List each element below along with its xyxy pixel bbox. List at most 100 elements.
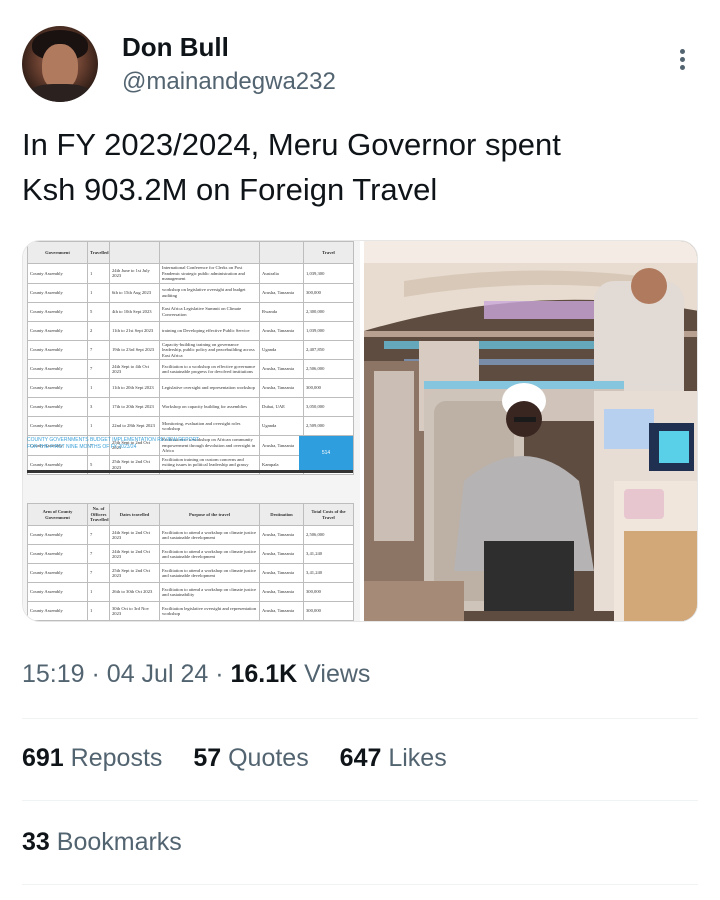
table-cell: workshop on legislative oversight and bu… [159, 282, 260, 303]
budget-report-image[interactable]: Government Travelled Travel County Assembly… [23, 241, 360, 621]
table-row: County Assembly 1 24th June to 1st July 20… [27, 263, 354, 284]
author-handle[interactable]: @mainandegwa232 [122, 68, 336, 96]
table-row: County Assembly 3 17th to 20th Sept 2023 Wo… [27, 397, 354, 417]
table-cell: 24th June to 1st July 2023 [109, 263, 160, 284]
table-cell: East Africa Legislative Summit on Climat… [159, 301, 260, 322]
header-cell: Travelled [87, 241, 110, 264]
likes-label: Likes [388, 744, 447, 772]
date: 04 Jul 24 [106, 660, 209, 688]
table-cell: 2,407,850 [303, 339, 354, 360]
table-cell: County Assembly [27, 359, 88, 379]
table-row: County Assembly 1 26th to 30th Oct 2023 Fac… [27, 582, 354, 602]
table-cell: Facilitation to attend a workshop on cli… [159, 582, 260, 602]
table-cell: County Assembly [27, 339, 88, 360]
table-cell: Facilitation legislative oversight and r… [159, 601, 260, 621]
bookmarks-stat[interactable]: 33 Bookmarks [22, 828, 182, 857]
table-header-row: Arm of County Government No. of Officers … [27, 503, 354, 526]
table-cell: Uganda [259, 416, 304, 436]
table-cell: 2,509,000 [303, 416, 354, 436]
caption-line: COUNTY GOVERNMENTS BUDGET IMPLEMENTATION… [27, 437, 200, 443]
table-cell: 26th to 30th Oct 2023 [109, 582, 160, 602]
table-cell: Arusha, Tanzania [259, 525, 304, 545]
table-cell: 2,506,000 [303, 359, 354, 379]
table-cell: County Assembly [27, 301, 88, 322]
table-cell: 7 [87, 544, 110, 564]
table-cell: 1 [87, 263, 110, 284]
table-cell: 19th to 23rd Sept 2023 [109, 339, 160, 360]
table-row: County Assembly 1 22nd to 28th Sept 2023 Mo… [27, 416, 354, 436]
table-cell: 1 [87, 416, 110, 436]
table-cell: Arusha, Tanzania [259, 582, 304, 602]
table-cell: Facilitation to attend a workshop on cli… [159, 525, 260, 545]
table-cell: 1,039,300 [303, 263, 354, 284]
table-cell: Arusha, Tanzania [259, 378, 304, 398]
table-row: County Assembly 2 11th to 21st Sept 2023 tr… [27, 320, 354, 341]
table-cell: 3,41,240 [303, 544, 354, 564]
airplane-cabin-photo[interactable] [364, 241, 697, 621]
views-count: 16.1K [230, 660, 298, 688]
table-row: County Assembly 7 24th Sept to 4th Oct 202… [27, 359, 354, 379]
separator: · [91, 660, 100, 688]
dot [679, 65, 685, 70]
likes-stat[interactable]: 647 Likes [340, 744, 447, 773]
table-row: County Assembly 1 6th to 15th Aug 2023 work… [27, 282, 354, 303]
header-cell: Government [27, 241, 88, 264]
engagement-stats: 691 Reposts 57 Quotes 647 Likes [22, 744, 471, 773]
table-cell: 3,050,000 [303, 397, 354, 417]
media-grid[interactable]: Government Travelled Travel County Assembly… [22, 240, 698, 622]
table-cell: Arusha, Tanzania [259, 601, 304, 621]
table-cell: 1 [87, 601, 110, 621]
likes-count: 647 [339, 744, 382, 772]
header-cell: Dates travelled [109, 503, 160, 526]
divider [22, 884, 698, 885]
table-cell: 6th to 15th Aug 2023 [109, 282, 160, 303]
table-cell: County Assembly [27, 282, 88, 303]
quotes-stat[interactable]: 57 Quotes [193, 744, 308, 773]
table-cell: County Assembly [27, 416, 88, 436]
table-cell: 22nd to 28th Sept 2023 [109, 416, 160, 436]
table-cell: 11th to 20th Sept 2023 [109, 378, 160, 398]
reposts-stat[interactable]: 691 Reposts [22, 744, 162, 773]
table-cell: Arusha, Tanzania [259, 544, 304, 564]
header-cell: Arm of County Government [27, 503, 88, 526]
avatar-shirt [26, 84, 94, 102]
tweet-timestamp[interactable]: 15:19 · 04 Jul 24 · 16.1K Views [22, 660, 370, 689]
divider [22, 718, 698, 719]
table-cell: Legislative oversight and representation… [159, 378, 260, 398]
table-cell: 25th Sept to 2nd Oct 2023 [109, 563, 160, 583]
tweet-text: In FY 2023/2024, Meru Governor spent Ksh… [22, 122, 692, 212]
table-cell: Capacity-building training on governance… [159, 339, 260, 360]
table-cell: Arusha, Tanzania [259, 320, 304, 341]
table-cell: 3 [87, 397, 110, 417]
author-avatar[interactable] [22, 26, 98, 102]
author-display-name[interactable]: Don Bull [122, 32, 229, 63]
header-cell: Destination [259, 503, 304, 526]
tweet-header: Don Bull @mainandegwa232 [22, 26, 702, 106]
more-options-icon[interactable] [672, 46, 692, 76]
table-cell: 7 [87, 359, 110, 379]
table-row: County Assembly 7 19th to 23rd Sept 2023 Ca… [27, 339, 354, 360]
tweet-text-line: In FY 2023/2024, Meru Governor spent [22, 127, 561, 162]
table-cell: 30th Oct to 3rd Nov 2023 [109, 601, 160, 621]
table-cell: 7 [87, 525, 110, 545]
quotes-label: Quotes [228, 744, 309, 772]
header-cell: Travel [303, 241, 354, 264]
table-cell: 5 [87, 301, 110, 322]
table-cell: County Assembly [27, 263, 88, 284]
table-cell: Arusha, Tanzania [259, 359, 304, 379]
table-cell: Facilitation to attend a workshop on cli… [159, 544, 260, 564]
table-cell: 1 [87, 582, 110, 602]
table-cell: 1 [87, 282, 110, 303]
table-row: County Assembly 7 24th Sept to 2nd Oct 202… [27, 544, 354, 564]
table-cell: 3,41,240 [303, 563, 354, 583]
table-row: County Assembly 5 4th to 10th Sept 2023 Eas… [27, 301, 354, 322]
table-cell: County Assembly [27, 582, 88, 602]
reposts-count: 691 [22, 744, 64, 772]
table-cell: County Assembly [27, 397, 88, 417]
dot [679, 57, 685, 62]
table-row: County Assembly 1 11th to 20th Sept 2023 Le… [27, 378, 354, 398]
views-label: Views [304, 660, 371, 688]
travel-table-bottom: Arm of County Government No. of Officers … [27, 503, 354, 621]
tweet-text-line: Ksh 903.2M on Foreign Travel [22, 172, 438, 207]
header-cell: Purpose of the travel [159, 503, 260, 526]
